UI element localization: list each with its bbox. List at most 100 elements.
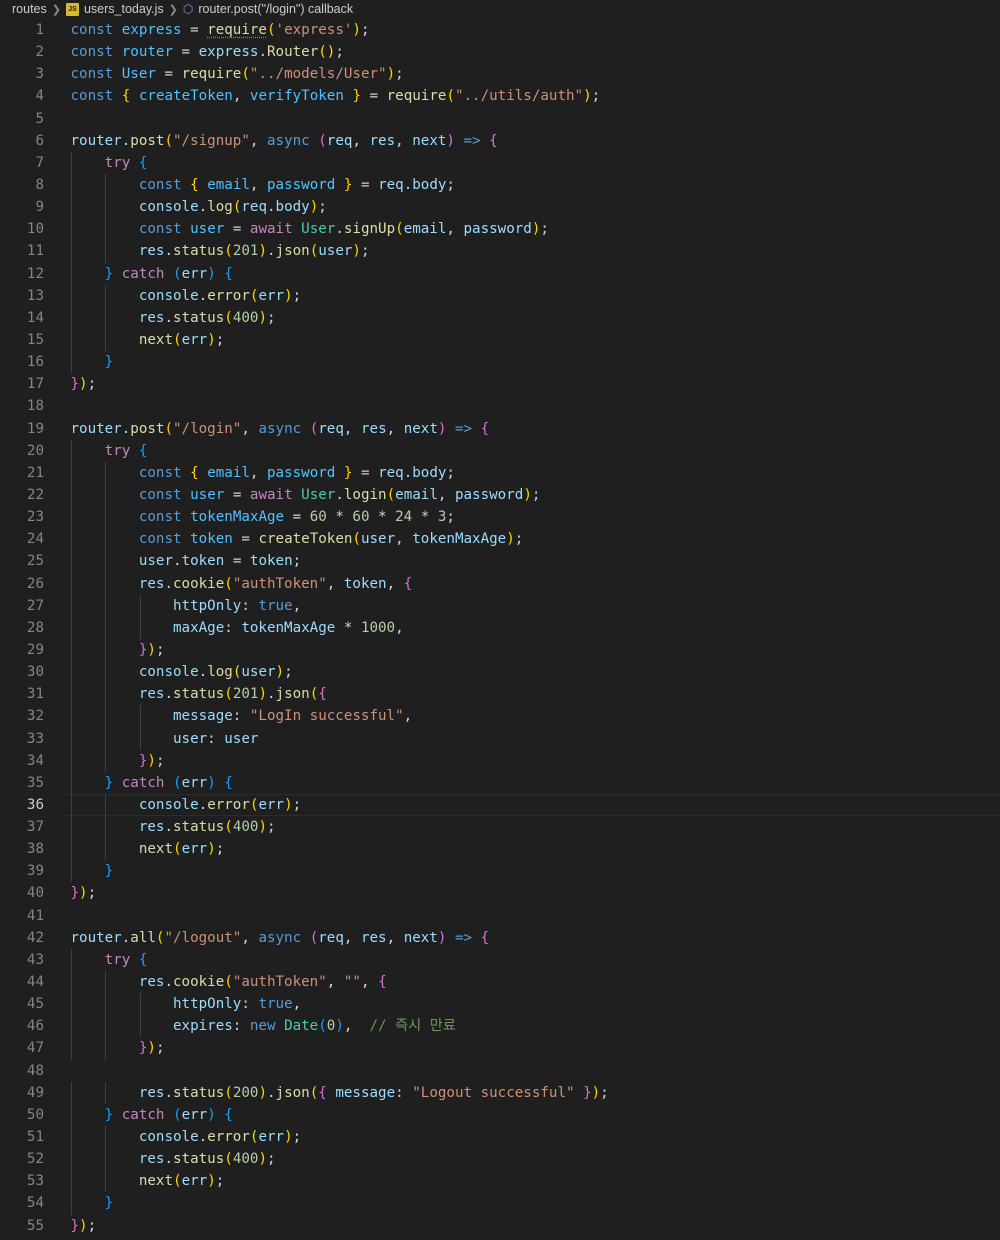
code-line[interactable]: 20 try {	[0, 439, 1000, 462]
code-line[interactable]: 8 const { email, password } = req.body;	[0, 173, 1000, 197]
code-line[interactable]: 1 const express = require('express');	[0, 19, 1000, 41]
code-plain: ,	[249, 176, 268, 193]
code-line[interactable]: 48	[0, 1060, 1000, 1082]
breadcrumb-file[interactable]: users_today.js	[84, 2, 164, 16]
code-line[interactable]: 4 const { createToken, verifyToken } = re…	[0, 85, 1000, 107]
code-text: next(err);	[71, 1170, 224, 1192]
code-token: catch	[121, 265, 165, 282]
line-number: 21	[26, 464, 44, 481]
code-editor[interactable]: 1 const express = require('express'); 2 con…	[0, 18, 1000, 1237]
code-token: const	[138, 464, 182, 481]
code-line[interactable]: 3 const User = require("../models/User");	[0, 63, 1000, 85]
code-line[interactable]: 33 user: user	[0, 727, 1000, 750]
code-line[interactable]: 7 try {	[0, 151, 1000, 174]
code-line[interactable]: 35 } catch (err) {	[0, 771, 1000, 794]
code-line[interactable]: 17});	[0, 373, 1000, 395]
line-number: 9	[35, 199, 44, 216]
code-token: error	[207, 287, 250, 304]
code-line[interactable]: 18	[0, 395, 1000, 417]
code-plain: ,	[326, 575, 344, 592]
code-line[interactable]: 46 expires: new Date(0), // 즉시 만료	[0, 1015, 1000, 1038]
code-plain: .	[164, 575, 174, 592]
code-line[interactable]: 51 console.error(err);	[0, 1126, 1000, 1149]
code-token: (	[241, 66, 250, 83]
code-line[interactable]: 9 console.log(req.body);	[0, 196, 1000, 219]
code-line[interactable]: 44 res.cookie("authToken", "", {	[0, 971, 1000, 994]
code-line[interactable]: 27 httpOnly: true,	[0, 594, 1000, 617]
code-token: status	[173, 686, 225, 703]
code-line[interactable]: 14 res.status(400);	[0, 306, 1000, 329]
code-line[interactable]: 31 res.status(201).json({	[0, 683, 1000, 706]
line-number: 11	[26, 243, 44, 260]
breadcrumb-symbol[interactable]: router.post("/login") callback	[198, 2, 353, 16]
code-line[interactable]: 21 const { email, password } = req.body;	[0, 461, 1000, 484]
code-plain: ;	[514, 531, 524, 548]
code-token: status	[173, 1084, 225, 1101]
code-line[interactable]: 13 console.error(err);	[0, 284, 1000, 307]
code-line[interactable]: 49 res.status(200).json({ message: "Logo…	[0, 1081, 1000, 1104]
code-line[interactable]: 22 const user = await User.login(email, …	[0, 483, 1000, 507]
code-line[interactable]: 34 });	[0, 749, 1000, 772]
code-plain	[293, 221, 302, 237]
code-line[interactable]: 54 }	[0, 1192, 1000, 1215]
code-token: User	[301, 486, 336, 503]
code-line[interactable]: 38 next(err);	[0, 838, 1000, 861]
code-line[interactable]: 30 console.log(user);	[0, 661, 1000, 684]
code-token: token	[190, 531, 233, 548]
code-token: message	[173, 708, 233, 725]
code-line[interactable]: 39 }	[0, 860, 1000, 883]
code-token: email	[207, 464, 250, 481]
code-line[interactable]: 15 next(err);	[0, 328, 1000, 352]
code-line[interactable]: 23 const tokenMaxAge = 60 * 60 * 24 * 3;	[0, 506, 1000, 529]
code-token: req	[241, 199, 267, 216]
code-line[interactable]: 53 next(err);	[0, 1170, 1000, 1193]
code-line[interactable]: 36 console.error(err);	[0, 793, 1000, 817]
code-line[interactable]: 11 res.status(201).json(user);	[0, 240, 1000, 263]
code-line[interactable]: 45 httpOnly: true,	[0, 993, 1000, 1016]
code-plain: ,	[241, 420, 259, 437]
code-line[interactable]: 16 }	[0, 351, 1000, 374]
code-line[interactable]: 50 } catch (err) {	[0, 1103, 1000, 1127]
code-line[interactable]: 41	[0, 905, 1000, 927]
code-plain	[130, 88, 139, 104]
code-text: res.status(400);	[71, 307, 276, 329]
code-text: });	[71, 1037, 165, 1059]
code-plain: ,	[343, 929, 361, 946]
code-text: console.error(err);	[71, 1126, 302, 1148]
code-line[interactable]: 52 res.status(400);	[0, 1148, 1000, 1171]
code-line[interactable]: 12 } catch (err) {	[0, 262, 1000, 285]
code-line[interactable]: 43 try {	[0, 948, 1000, 972]
code-token: "/login"	[173, 420, 242, 437]
code-line[interactable]: 40});	[0, 882, 1000, 904]
code-line[interactable]: 19 router.post("/login", async (req, res,…	[0, 418, 1000, 440]
code-line[interactable]: 10 const user = await User.signUp(email,…	[0, 218, 1000, 241]
breadcrumb-folder[interactable]: routes	[12, 2, 47, 16]
code-line[interactable]: 6 router.post("/signup", async (req, res,…	[0, 130, 1000, 152]
code-line[interactable]: 28 maxAge: tokenMaxAge * 1000,	[0, 616, 1000, 639]
code-token: user	[190, 486, 225, 503]
code-line[interactable]: 55});	[0, 1215, 1000, 1237]
code-token: 201	[232, 686, 259, 703]
line-number: 50	[26, 1106, 44, 1123]
code-plain: .	[121, 132, 131, 149]
code-plain: ;	[335, 44, 344, 61]
code-line[interactable]: 47 });	[0, 1037, 1000, 1060]
code-line[interactable]: 25 user.token = token;	[0, 550, 1000, 573]
code-line[interactable]: 42 router.all("/logout", async (req, res,…	[0, 927, 1000, 949]
code-line[interactable]: 26 res.cookie("authToken", token, {	[0, 572, 1000, 595]
code-plain: .	[266, 1084, 276, 1101]
code-line[interactable]: 2 const router = express.Router();	[0, 41, 1000, 63]
code-plain	[335, 177, 344, 193]
code-plain	[71, 642, 139, 658]
code-line[interactable]: 29 });	[0, 638, 1000, 662]
code-plain: ,	[386, 929, 404, 946]
code-plain	[71, 221, 139, 237]
code-token: // 즉시 만료	[369, 1018, 456, 1035]
code-line[interactable]: 24 const token = createToken(user, token…	[0, 528, 1000, 551]
code-line[interactable]: 37 res.status(400);	[0, 816, 1000, 839]
code-line[interactable]: 5	[0, 108, 1000, 130]
code-plain: ;	[292, 1129, 302, 1146]
code-plain: ,	[343, 420, 361, 437]
code-line[interactable]: 32 message: "LogIn successful",	[0, 705, 1000, 728]
code-plain	[71, 288, 139, 304]
